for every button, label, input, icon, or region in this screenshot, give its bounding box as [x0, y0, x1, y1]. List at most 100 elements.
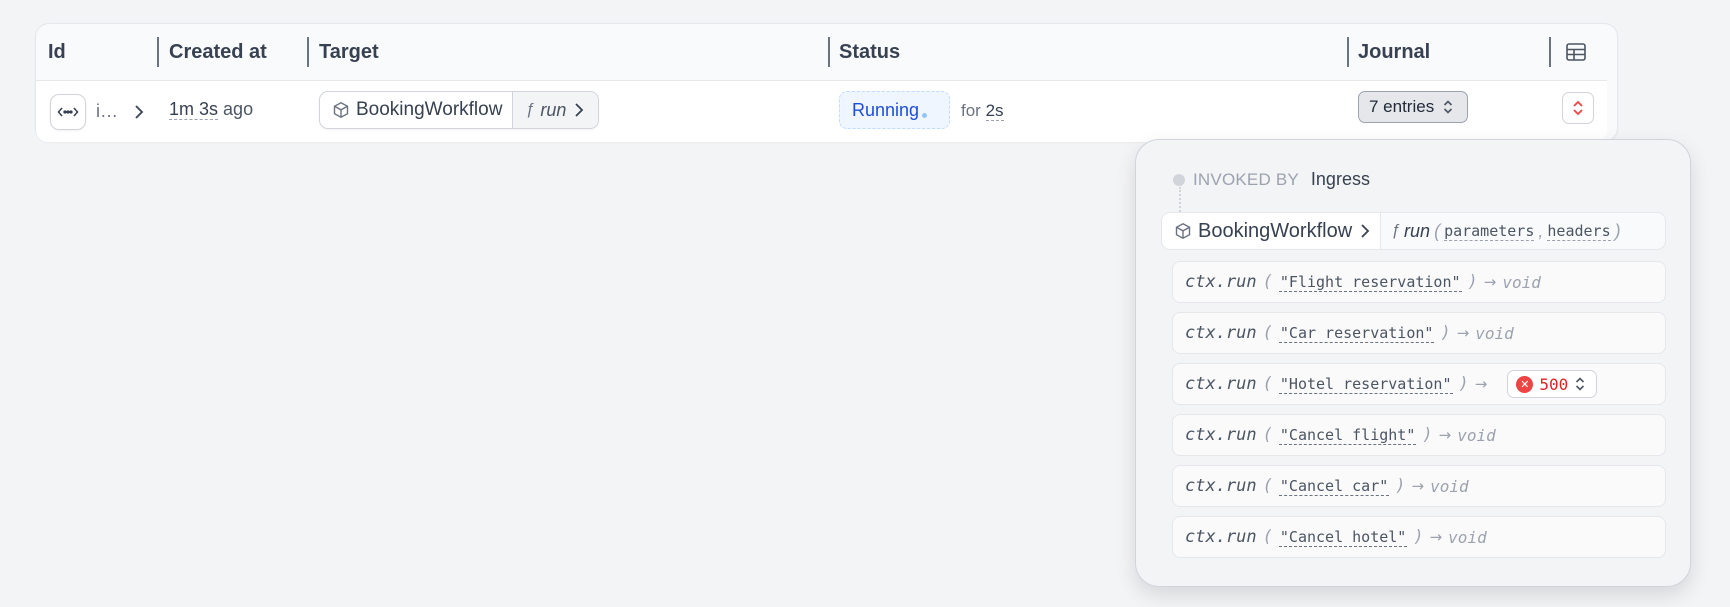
entry-fn: ctx.run [1185, 323, 1257, 343]
call-service-name: BookingWorkflow [1198, 219, 1353, 242]
journal-entry[interactable]: ctx.run ( "Cancel car" ) → void [1172, 465, 1666, 507]
open-paren: ( [1262, 527, 1273, 547]
status-badge[interactable]: Running [839, 91, 950, 129]
close-paren: ) [1395, 476, 1406, 496]
error-x-icon: ✕ [1516, 375, 1534, 393]
close-paren: ) [1422, 425, 1433, 445]
column-resizer[interactable] [1549, 37, 1551, 67]
invocation-id-button[interactable] [50, 94, 86, 130]
status-label: Running [852, 99, 920, 120]
chevron-right-icon[interactable] [131, 102, 147, 122]
journal-entry[interactable]: ctx.run ( "Flight reservation" ) → void [1172, 261, 1666, 303]
invoked-by-value: Ingress [1310, 169, 1370, 189]
entry-fn: ctx.run [1185, 272, 1257, 292]
column-resizer[interactable] [1347, 37, 1349, 67]
chevron-updown-icon [1444, 100, 1453, 114]
target-pill[interactable]: BookingWorkflow ƒ run [319, 91, 600, 129]
open-paren: ( [1434, 220, 1441, 241]
entry-fn: ctx.run [1185, 374, 1257, 394]
created-at-suffix: ago [223, 99, 254, 119]
expand-row-button[interactable] [1562, 92, 1594, 124]
journal-entry[interactable]: ctx.run ( "Hotel reservation" ) → ✕ 500 [1172, 363, 1666, 405]
open-paren: ( [1262, 272, 1273, 292]
target-handler[interactable]: ƒ run [512, 92, 599, 128]
call-param-parameters[interactable]: parameters [1444, 222, 1535, 241]
invocations-table: Id Created at Target Status Journal i… 1… [35, 23, 1618, 142]
journal-entry[interactable]: ctx.run ( "Car reservation" ) → void [1172, 312, 1666, 354]
entry-result: void [1448, 527, 1487, 547]
entry-arg[interactable]: "Cancel hotel" [1278, 528, 1408, 547]
call-handler[interactable]: ƒ run ( parameters , headers ) [1380, 213, 1630, 249]
entry-arg[interactable]: "Hotel reservation" [1278, 375, 1453, 394]
journal-entry[interactable]: ctx.run ( "Cancel hotel" ) → void [1172, 516, 1666, 558]
entry-arg[interactable]: "Flight reservation" [1278, 273, 1462, 292]
arrow-icon: → [1483, 273, 1497, 291]
column-resizer[interactable] [307, 37, 309, 67]
entry-arg[interactable]: "Car reservation" [1278, 324, 1435, 343]
arrow-icon: → [1411, 477, 1425, 495]
entry-result: void [1457, 425, 1496, 445]
target-service-name: BookingWorkflow [356, 99, 503, 120]
error-badge[interactable]: ✕ 500 [1507, 370, 1598, 398]
timeline-dot [1173, 173, 1185, 186]
status-duration-value[interactable]: 2s [985, 101, 1004, 121]
call-service[interactable]: BookingWorkflow [1162, 213, 1381, 249]
close-paren: ) [1413, 527, 1424, 547]
close-paren: ) [1614, 220, 1621, 241]
entry-arg[interactable]: "Cancel car" [1278, 477, 1390, 496]
entry-result: void [1430, 476, 1469, 496]
entry-fn: ctx.run [1185, 425, 1257, 445]
close-paren: ) [1440, 323, 1451, 343]
arrow-icon: → [1474, 375, 1488, 393]
chevron-updown-icon [1576, 377, 1585, 391]
column-resizer[interactable] [157, 37, 159, 67]
table-row[interactable]: i… 1m 3s ago BookingWorkflow ƒ run Runni… [36, 80, 1607, 142]
entry-arg[interactable]: "Cancel flight" [1278, 426, 1417, 445]
invoked-by: INVOKED BY Ingress [1173, 169, 1370, 190]
table-icon [1566, 43, 1586, 61]
chevron-right-icon [1361, 224, 1370, 238]
function-icon: ƒ [525, 101, 535, 118]
arrow-icon: → [1429, 528, 1443, 546]
timeline-connector [1179, 187, 1181, 215]
invocation-id[interactable]: i… [96, 101, 118, 122]
status-duration: for 2s [961, 101, 1004, 121]
close-paren: ) [1458, 374, 1469, 394]
column-header-target[interactable]: Target [319, 24, 379, 80]
function-icon: ƒ [1391, 222, 1401, 239]
box-icon [333, 102, 349, 118]
open-paren: ( [1262, 374, 1273, 394]
journal-popover: INVOKED BY Ingress BookingWorkflow ƒ run… [1135, 139, 1691, 587]
entry-result: void [1475, 323, 1514, 343]
invoked-by-label: INVOKED BY [1193, 169, 1299, 189]
column-header-journal[interactable]: Journal [1358, 24, 1430, 80]
call-handler-name: run [1404, 220, 1431, 241]
invocation-call-pill[interactable]: BookingWorkflow ƒ run ( parameters , hea… [1161, 212, 1666, 250]
arrow-icon: → [1456, 324, 1470, 342]
column-header-id[interactable]: Id [48, 24, 66, 80]
column-resizer[interactable] [828, 37, 830, 67]
entry-fn: ctx.run [1185, 527, 1257, 547]
target-service[interactable]: BookingWorkflow [320, 92, 512, 128]
call-param-headers[interactable]: headers [1547, 222, 1611, 241]
journal-entries-label: 7 entries [1369, 97, 1435, 116]
open-paren: ( [1262, 476, 1273, 496]
code-icon [57, 107, 79, 117]
comma: , [1538, 220, 1544, 241]
chevron-updown-icon [1573, 100, 1583, 116]
box-icon [1175, 223, 1191, 239]
created-at: 1m 3s ago [169, 99, 253, 120]
column-settings-button[interactable] [1565, 24, 1587, 80]
column-header-status[interactable]: Status [839, 24, 900, 80]
open-paren: ( [1262, 425, 1273, 445]
journal-entries-button[interactable]: 7 entries [1358, 91, 1468, 123]
column-header-created-at[interactable]: Created at [169, 24, 267, 80]
entry-fn: ctx.run [1185, 476, 1257, 496]
close-paren: ) [1467, 272, 1478, 292]
table-header: Id Created at Target Status Journal [36, 24, 1607, 80]
error-code: 500 [1539, 374, 1569, 394]
created-at-value[interactable]: 1m 3s [169, 99, 219, 120]
status-pulse-dot [922, 112, 928, 118]
journal-entry[interactable]: ctx.run ( "Cancel flight" ) → void [1172, 414, 1666, 456]
arrow-icon: → [1438, 426, 1452, 444]
